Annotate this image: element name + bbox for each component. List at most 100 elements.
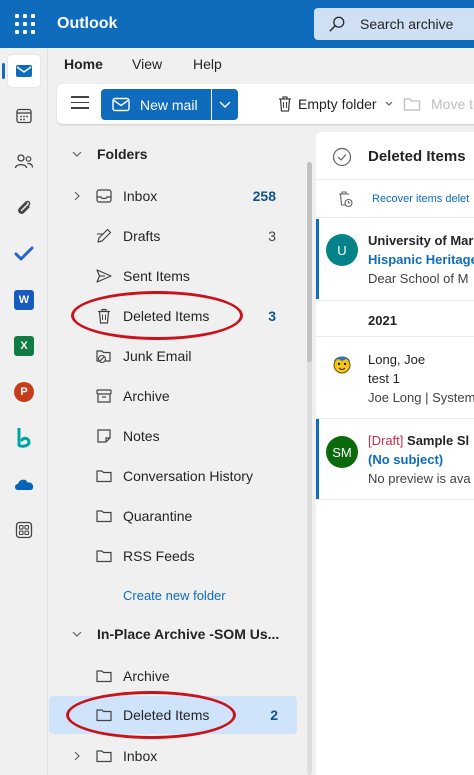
create-new-folder-link[interactable]: Create new folder — [48, 578, 296, 614]
chevron-right-icon — [74, 191, 80, 201]
app-rail: W X P — [0, 48, 48, 775]
folder-label: Junk Email — [123, 348, 192, 364]
folder-label: Archive — [123, 668, 170, 684]
recover-items-link[interactable]: Recover items delet — [316, 180, 474, 218]
folder-drafts[interactable]: Drafts 3 — [48, 218, 296, 254]
archive-folder-archive[interactable]: Archive — [48, 658, 296, 694]
folder-inbox[interactable]: Inbox 258 — [48, 178, 296, 214]
ribbon-toolbar: New mail Empty folder Move to — [57, 84, 474, 124]
more-apps-icon[interactable] — [8, 514, 40, 546]
new-mail-dropdown[interactable] — [212, 89, 238, 120]
folder-label: Deleted Items — [123, 308, 210, 324]
app-launcher-icon[interactable] — [12, 12, 36, 36]
folder-icon — [96, 550, 112, 563]
scrollbar-thumb[interactable] — [307, 162, 312, 362]
folder-label: Inbox — [123, 188, 158, 204]
todo-icon[interactable] — [8, 238, 40, 270]
archive-icon — [96, 389, 112, 403]
folder-rss-feeds[interactable]: RSS Feeds — [48, 538, 296, 574]
archive-folder-deleted-items[interactable]: Deleted Items 2 — [49, 696, 297, 734]
onedrive-icon[interactable] — [8, 468, 40, 500]
chevron-down-icon — [219, 101, 231, 109]
junk-icon — [96, 350, 111, 364]
tab-help[interactable]: Help — [193, 56, 222, 72]
top-bar: Outlook Search archive — [0, 0, 474, 48]
message-sender: Sample Sl — [407, 433, 470, 448]
powerpoint-icon[interactable]: P — [8, 376, 40, 408]
message-item[interactable]: U University of Mar Hispanic Heritage De… — [316, 219, 474, 299]
message-subject: (No subject) — [368, 452, 444, 467]
search-box[interactable]: Search archive — [314, 8, 474, 40]
tab-view[interactable]: View — [132, 56, 162, 72]
unread-count: 2 — [270, 707, 278, 723]
avatar-sticker-icon — [333, 356, 351, 374]
folder-label: RSS Feeds — [123, 548, 195, 564]
folder-archive[interactable]: Archive — [48, 378, 296, 414]
folder-deleted-items[interactable]: Deleted Items 3 — [48, 298, 296, 334]
folder-label: Deleted Items — [123, 707, 210, 723]
divider — [316, 336, 474, 337]
folder-conversation-history[interactable]: Conversation History — [48, 458, 296, 494]
recover-items-label: Recover items delet — [372, 193, 470, 205]
new-mail-label: New mail — [140, 97, 198, 113]
folder-label: Conversation History — [123, 468, 253, 484]
message-list-header: Deleted Items — [316, 132, 474, 180]
folder-label: Drafts — [123, 228, 161, 244]
trash-icon — [98, 308, 110, 324]
folder-notes[interactable]: Notes — [48, 418, 296, 454]
recover-trash-icon — [339, 191, 353, 208]
folder-junk-email[interactable]: Junk Email — [48, 338, 296, 374]
folders-section-header[interactable]: Folders — [48, 136, 296, 172]
folder-sent-items[interactable]: Sent Items — [48, 258, 296, 294]
archive-section-header[interactable]: In-Place Archive -SOM Us... — [48, 616, 296, 652]
message-subject: Hispanic Heritage — [368, 252, 474, 267]
unread-count: 3 — [268, 308, 276, 324]
search-icon — [329, 16, 345, 32]
folder-icon — [96, 709, 112, 722]
active-tab-indicator — [63, 31, 101, 33]
ribbon-tabs: Home View Help — [48, 48, 474, 84]
archive-folder-inbox[interactable]: Inbox — [48, 738, 296, 774]
new-mail-button[interactable]: New mail — [101, 89, 211, 120]
message-preview: Joe Long | System — [368, 390, 474, 405]
move-folder-icon — [403, 98, 421, 111]
envelope-icon — [112, 97, 130, 112]
date-group-header: 2021 — [368, 313, 397, 328]
calendar-icon[interactable] — [8, 100, 40, 132]
folder-label: Archive — [123, 388, 170, 404]
message-subject: test 1 — [368, 371, 400, 386]
move-to-label: Move to — [431, 96, 474, 112]
collapse-menu-icon[interactable] — [71, 96, 89, 112]
message-sender: University of Mar — [368, 233, 474, 248]
word-icon[interactable]: W — [8, 284, 40, 316]
bookings-icon[interactable] — [8, 422, 40, 454]
note-icon — [97, 429, 111, 443]
empty-folder-label: Empty folder — [298, 96, 377, 112]
chevron-down-icon — [72, 151, 82, 157]
folder-pane: Folders Inbox 258 Drafts 3 Sent Items De… — [48, 132, 312, 775]
select-all-checkbox-icon[interactable] — [332, 147, 352, 167]
avatar: SM — [326, 436, 358, 468]
chevron-down-icon — [385, 101, 393, 106]
message-sender: Long, Joe — [368, 352, 426, 367]
inbox-icon — [96, 189, 112, 203]
folder-icon — [96, 750, 112, 763]
tab-home[interactable]: Home — [64, 56, 103, 72]
folder-title: Deleted Items — [368, 148, 466, 165]
message-item[interactable]: Long, Joe test 1 Joe Long | System — [316, 338, 474, 418]
move-to-button[interactable]: Move to — [403, 84, 474, 124]
empty-folder-button[interactable]: Empty folder — [275, 84, 399, 124]
message-item[interactable]: SM [Draft] Sample Sl (No subject) No pre… — [316, 419, 474, 499]
trash-icon — [279, 96, 291, 112]
mail-icon[interactable] — [2, 55, 40, 87]
send-icon — [96, 269, 112, 283]
folder-icon — [96, 470, 112, 483]
folder-icon — [96, 510, 112, 523]
excel-icon[interactable]: X — [8, 330, 40, 362]
folder-label: Sent Items — [123, 268, 190, 284]
folder-quarantine[interactable]: Quarantine — [48, 498, 296, 534]
chevron-down-icon — [72, 631, 82, 637]
people-icon[interactable] — [8, 146, 40, 178]
attachment-icon[interactable] — [8, 192, 40, 224]
folder-label: Notes — [123, 428, 160, 444]
